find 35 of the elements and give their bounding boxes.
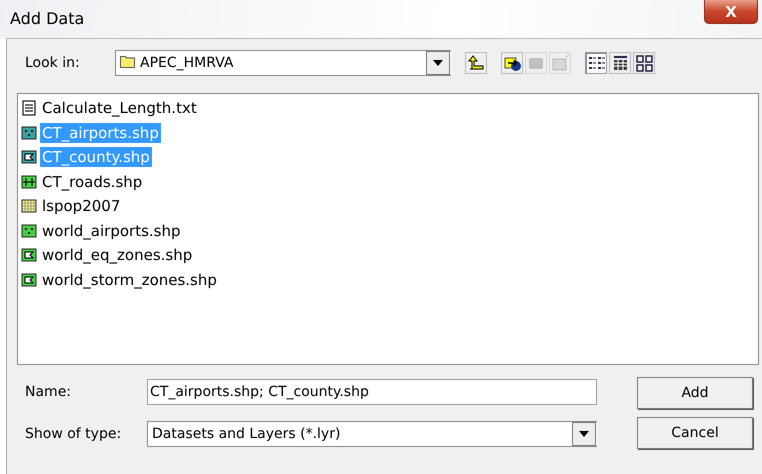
dropdown-caret-icon [572, 422, 596, 446]
add-button[interactable]: Add [637, 377, 753, 409]
polygon-layer-icon [21, 149, 37, 166]
folder-icon [120, 55, 136, 68]
name-field[interactable]: CT_airports.shp; CT_county.shp [147, 379, 597, 405]
cancel-button[interactable]: Cancel [637, 417, 753, 449]
file-item[interactable]: CT_roads.shp [40, 172, 144, 192]
file-item[interactable]: world_eq_zones.shp [40, 245, 194, 266]
up-folder-icon [466, 54, 486, 72]
dropdown-caret-icon [426, 51, 450, 75]
polygon-layer-icon [21, 272, 37, 288]
folder-dropdown[interactable]: APEC_HMRVA [115, 50, 451, 76]
point-layer-icon [21, 222, 37, 239]
polygon-layer-icon [21, 247, 37, 264]
text-file-icon [21, 100, 37, 116]
thumbnails-view-icon [634, 54, 654, 72]
folder-connect-button[interactable] [501, 52, 523, 74]
file-item[interactable]: Calculate_Length.txt [40, 98, 199, 118]
file-item[interactable]: world_storm_zones.shp [40, 270, 219, 290]
up-folder-button[interactable] [465, 52, 487, 74]
type-dropdown[interactable]: Datasets and Layers (*.lyr) [147, 421, 597, 447]
point-layer-icon [21, 124, 37, 141]
details-view-button[interactable] [609, 52, 631, 74]
look-in-label: Look in: [24, 55, 81, 71]
raster-grid-icon [21, 198, 37, 214]
list-view-button[interactable] [585, 52, 607, 74]
file-item[interactable]: lspop2007 [40, 196, 122, 216]
list-view-icon [586, 54, 606, 72]
close-button[interactable]: X [704, 0, 758, 24]
type-label: Show of type: [24, 426, 122, 442]
file-item[interactable]: world_airports.shp [40, 220, 183, 241]
name-label: Name: [24, 384, 72, 400]
window-title: Add Data [10, 9, 84, 28]
line-layer-icon [21, 174, 37, 190]
thumbnails-view-button[interactable] [633, 52, 655, 74]
